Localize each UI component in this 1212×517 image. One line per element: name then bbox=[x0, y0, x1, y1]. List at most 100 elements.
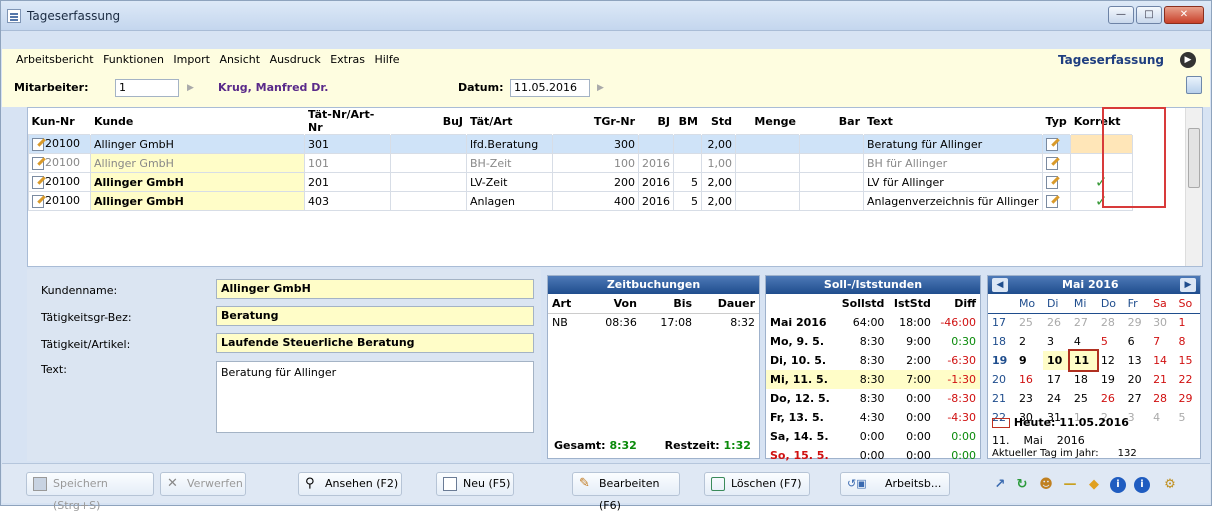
grid-scrollbar[interactable] bbox=[1185, 108, 1202, 266]
table-row[interactable]: 20100 Allinger GmbH 301 lfd.Beratung 300… bbox=[28, 134, 1133, 154]
cell-text[interactable]: LV für Allinger bbox=[863, 172, 1043, 192]
cell-text[interactable]: Beratung für Allinger bbox=[863, 134, 1043, 154]
cell-menge[interactable] bbox=[735, 134, 800, 154]
cell-text[interactable]: BH für Allinger bbox=[863, 153, 1043, 173]
mitarbeiter-input[interactable]: 1 bbox=[115, 79, 179, 97]
cell-kunde[interactable]: Allinger GmbH bbox=[90, 172, 305, 192]
cell-menge[interactable] bbox=[735, 153, 800, 173]
table-row[interactable]: 20100 Allinger GmbH 201 LV-Zeit 200 2016… bbox=[28, 172, 1133, 192]
sollist-row[interactable]: Do, 12. 5. 8:30 0:00 -8:30 bbox=[766, 389, 980, 408]
taet-field[interactable]: Laufende Steuerliche Beratung bbox=[216, 333, 534, 353]
today-label[interactable]: Heute: 11.05.2016 bbox=[992, 416, 1129, 429]
sollist-row[interactable]: Mai 2016 64:00 18:00 -46:00 bbox=[766, 313, 980, 332]
cell-tgr[interactable]: 100 bbox=[552, 153, 639, 173]
today-cell[interactable]: 11 bbox=[1067, 349, 1099, 372]
cell-kunde[interactable]: Allinger GmbH bbox=[90, 134, 305, 154]
cell-tgr[interactable]: 200 bbox=[552, 172, 639, 192]
col-std[interactable]: Std bbox=[702, 108, 736, 135]
cell-tgr[interactable]: 300 bbox=[552, 134, 639, 154]
f9-icon[interactable]: ↗ bbox=[992, 477, 1008, 493]
col-kunde[interactable]: Kunde bbox=[91, 108, 305, 135]
sollist-row[interactable]: Di, 10. 5. 8:30 2:00 -6:30 bbox=[766, 351, 980, 370]
cell-kunde[interactable]: Allinger GmbH bbox=[90, 191, 305, 211]
cell-typ[interactable] bbox=[1041, 153, 1071, 173]
cell-bj[interactable]: 2016 bbox=[638, 191, 674, 211]
col-taet[interactable]: Tät/Art bbox=[467, 108, 553, 135]
settings-icon[interactable]: ⚙ bbox=[1162, 477, 1178, 493]
users-icon[interactable]: ☻ bbox=[1038, 477, 1054, 493]
col-buj[interactable]: BuJ bbox=[391, 108, 467, 135]
cell-kunnr[interactable]: 20100 bbox=[28, 153, 91, 173]
cell-text[interactable]: Anlagenverzeichnis für Allinger bbox=[863, 191, 1043, 211]
cell-tgr[interactable]: 400 bbox=[552, 191, 639, 211]
col-taetnr[interactable]: Tät-Nr/Art-Nr bbox=[305, 108, 391, 135]
cell-buj[interactable] bbox=[390, 191, 467, 211]
cell-kunde[interactable]: Allinger GmbH bbox=[90, 153, 305, 173]
cell-std[interactable]: 2,00 bbox=[701, 134, 736, 154]
cell-kunnr[interactable]: 20100 bbox=[28, 134, 91, 154]
refresh-icon[interactable]: ↻ bbox=[1014, 477, 1030, 493]
sollist-row[interactable]: Mi, 11. 5. 8:30 7:00 -1:30 bbox=[766, 370, 980, 389]
cell-bj[interactable] bbox=[638, 134, 674, 154]
cell-bar[interactable] bbox=[799, 153, 864, 173]
col-bj[interactable]: BJ bbox=[639, 108, 674, 135]
next-circle-icon[interactable]: ▶ bbox=[1180, 52, 1196, 68]
view-button[interactable]: ⚲ Ansehen (F2) bbox=[298, 472, 402, 496]
cell-std[interactable]: 1,00 bbox=[701, 153, 736, 173]
table-row[interactable]: 20100 Allinger GmbH 403 Anlagen 400 2016… bbox=[28, 191, 1133, 211]
cell-taet[interactable]: lfd.Beratung bbox=[466, 134, 553, 154]
cell-kunnr[interactable]: 20100 bbox=[28, 191, 91, 211]
sollist-row[interactable]: Mo, 9. 5. 8:30 9:00 0:30 bbox=[766, 332, 980, 351]
menu-ansicht[interactable]: Ansicht bbox=[219, 53, 260, 66]
cell-bar[interactable] bbox=[799, 191, 864, 211]
discard-button[interactable]: ✕ Verwerfen bbox=[160, 472, 246, 496]
calendar-icon[interactable] bbox=[1186, 76, 1202, 94]
zb-row[interactable]: NB 08:36 17:08 8:32 bbox=[548, 313, 759, 332]
cell-taetnr[interactable]: 403 bbox=[304, 191, 391, 211]
cell-typ[interactable] bbox=[1041, 172, 1071, 192]
scroll-thumb[interactable] bbox=[1188, 128, 1200, 188]
cell-taetnr[interactable]: 201 bbox=[304, 172, 391, 192]
diamond-icon[interactable]: ◆ bbox=[1086, 477, 1102, 493]
mitarbeiter-arrow-icon[interactable]: ▶ bbox=[187, 83, 194, 93]
prev-month-icon[interactable]: ◀ bbox=[992, 278, 1008, 292]
menu-arbeitsbericht[interactable]: Arbeitsbericht bbox=[16, 53, 94, 66]
menu-extras[interactable]: Extras bbox=[330, 53, 365, 66]
cell-bm[interactable] bbox=[673, 153, 702, 173]
save-button[interactable]: Speichern (Strg+S) bbox=[26, 472, 154, 512]
cell-taetnr[interactable]: 101 bbox=[304, 153, 391, 173]
cell-buj[interactable] bbox=[390, 172, 467, 192]
cell-bj[interactable]: 2016 bbox=[638, 153, 674, 173]
maximize-button[interactable]: □ bbox=[1136, 6, 1162, 24]
cell-taet[interactable]: BH-Zeit bbox=[466, 153, 553, 173]
sollist-row[interactable]: Fr, 13. 5. 4:30 0:00 -4:30 bbox=[766, 408, 980, 427]
cell-kunnr[interactable]: 20100 bbox=[28, 172, 91, 192]
cell-std[interactable]: 2,00 bbox=[701, 172, 736, 192]
datum-arrow-icon[interactable]: ▶ bbox=[597, 83, 604, 93]
cell-typ[interactable] bbox=[1041, 191, 1071, 211]
text-field[interactable]: Beratung für Allinger bbox=[216, 361, 534, 433]
minimize-button[interactable]: — bbox=[1108, 6, 1134, 24]
cell-bar[interactable] bbox=[799, 172, 864, 192]
cell-menge[interactable] bbox=[735, 172, 800, 192]
sollist-row[interactable]: Sa, 14. 5. 0:00 0:00 0:00 bbox=[766, 427, 980, 446]
cell-taet[interactable]: LV-Zeit bbox=[466, 172, 553, 192]
taetgr-field[interactable]: Beratung bbox=[216, 306, 534, 326]
report-button[interactable]: ↺▣ Arbeitsb... bbox=[840, 472, 950, 496]
menu-hilfe[interactable]: Hilfe bbox=[374, 53, 399, 66]
col-typ[interactable]: Typ bbox=[1042, 108, 1070, 135]
cell-bm[interactable]: 5 bbox=[673, 191, 702, 211]
new-button[interactable]: Neu (F5) bbox=[436, 472, 514, 496]
col-tgr[interactable]: TGr-Nr bbox=[553, 108, 639, 135]
col-menge[interactable]: Menge bbox=[736, 108, 800, 135]
menu-ausdruck[interactable]: Ausdruck bbox=[270, 53, 321, 66]
col-bm[interactable]: BM bbox=[674, 108, 702, 135]
info-icon[interactable]: i bbox=[1110, 477, 1126, 493]
cell-typ[interactable] bbox=[1041, 134, 1071, 154]
cell-bar[interactable] bbox=[799, 134, 864, 154]
date-spinner[interactable]: 11. Mai 2016 bbox=[992, 434, 1085, 447]
cell-buj[interactable] bbox=[390, 134, 467, 154]
cell-buj[interactable] bbox=[390, 153, 467, 173]
col-text[interactable]: Text bbox=[864, 108, 1043, 135]
menu-import[interactable]: Import bbox=[173, 53, 210, 66]
